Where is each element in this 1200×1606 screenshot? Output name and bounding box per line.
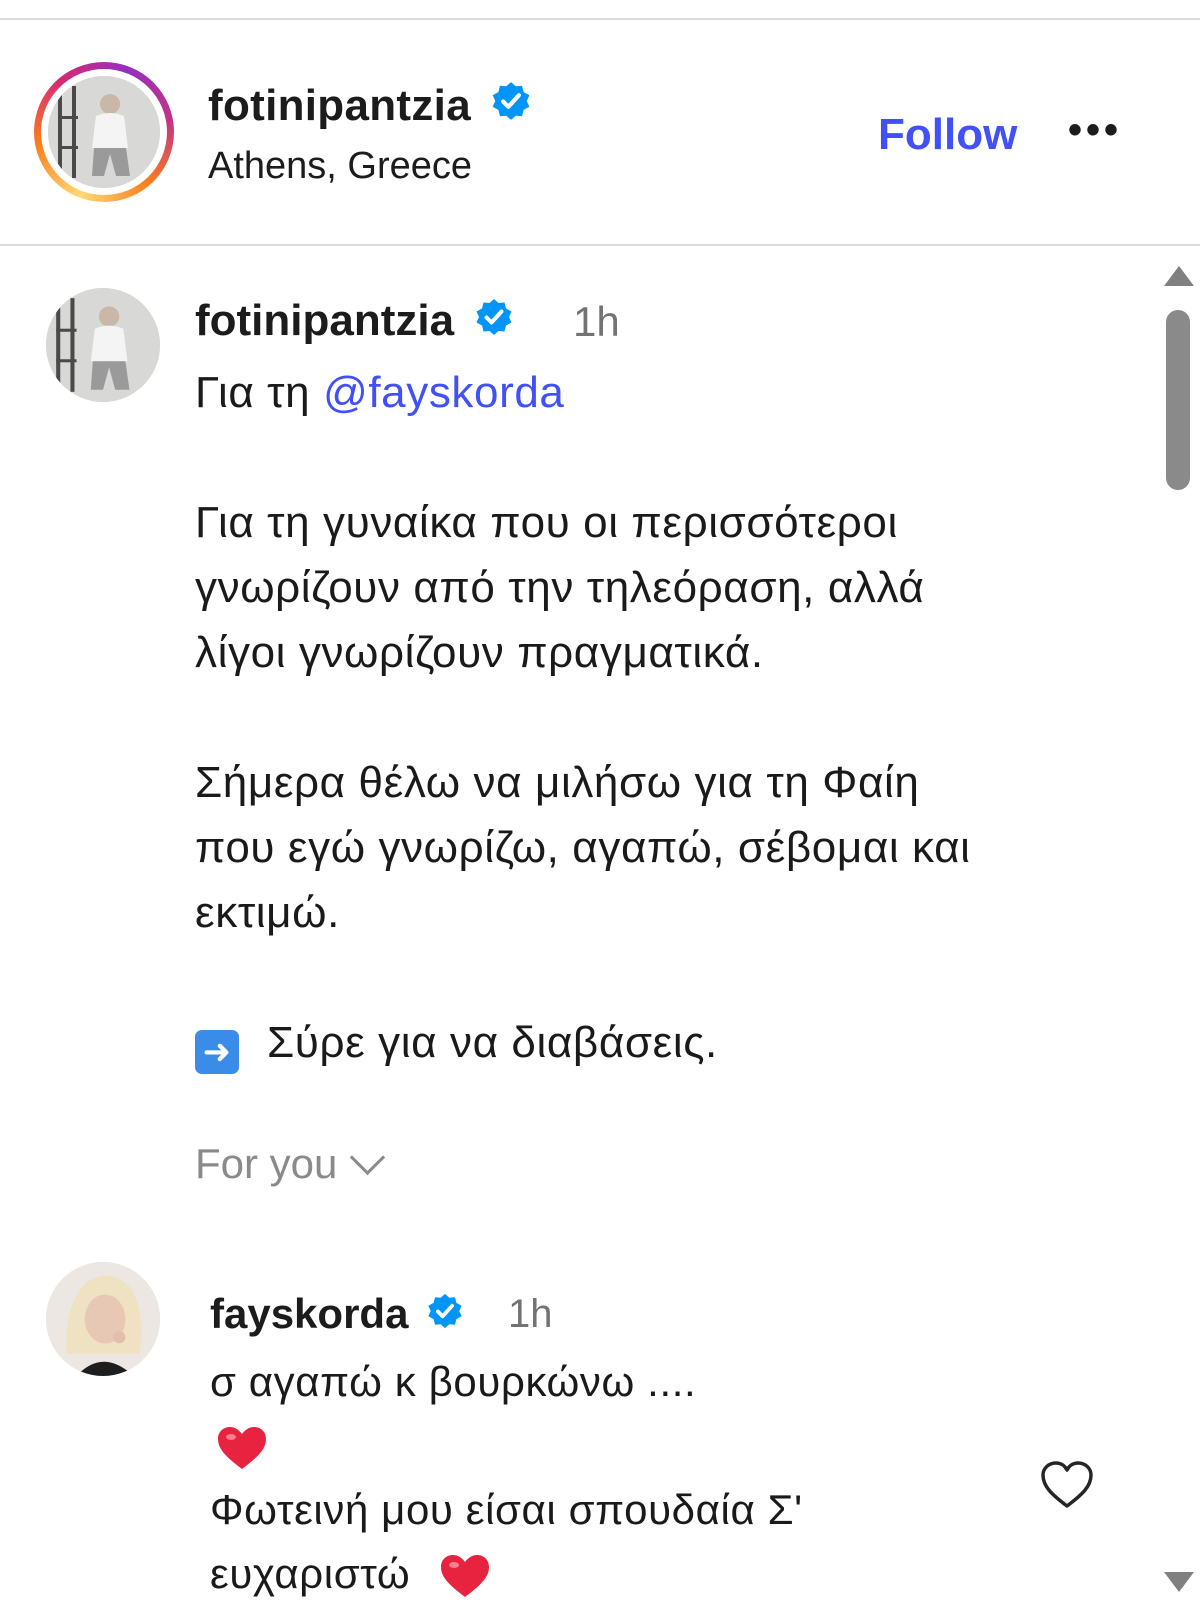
header-username-text[interactable]: fotinipantzia: [208, 81, 471, 130]
follow-button[interactable]: Follow: [878, 110, 1017, 160]
header-divider: [0, 244, 1200, 246]
comment-username-text[interactable]: fayskorda: [210, 1290, 408, 1337]
caption-username[interactable]: fotinipantzia: [195, 296, 514, 346]
red-heart-emoji-icon: [440, 1554, 489, 1597]
feed-filter-label[interactable]: For you: [195, 1140, 337, 1187]
chevron-down-icon[interactable]: [350, 1139, 386, 1176]
caption-line: γνωρίζουν από την τηλεόραση, αλλά: [195, 563, 925, 612]
scroll-up-arrow-icon[interactable]: [1164, 266, 1194, 286]
caption-text: Για τη @fayskorda Για τη γυναίκα που οι …: [195, 360, 1115, 1075]
caption-line: που εγώ γνωρίζω, αγαπώ, σέβομαι και: [195, 823, 971, 872]
comment-heart-line: [210, 1414, 990, 1478]
caption-timestamp: 1h: [573, 298, 620, 345]
avatar: [48, 76, 160, 188]
caption-avatar[interactable]: [46, 288, 160, 402]
swipe-text: Σύρε για να διαβάσεις.: [267, 1018, 718, 1067]
scroll-down-arrow-icon[interactable]: [1164, 1572, 1194, 1592]
comment-timestamp: 1h: [508, 1292, 553, 1336]
caption-line: Για τη @fayskorda: [195, 360, 1115, 425]
story-ring-avatar[interactable]: [34, 62, 174, 202]
scroll-thumb[interactable]: [1166, 310, 1190, 490]
comment-line: ευχαριστώ: [210, 1542, 990, 1606]
comment-line: σ αγαπώ κ βουρκώνω ....: [210, 1358, 697, 1405]
feed-filter-dropdown[interactable]: For you: [195, 1139, 386, 1188]
more-options-icon[interactable]: •••: [1068, 108, 1122, 153]
caption-username-text[interactable]: fotinipantzia: [195, 296, 454, 345]
verified-badge-icon: [476, 299, 512, 335]
swipe-line: ➜ Σύρε για να διαβάσεις.: [195, 1010, 1115, 1075]
right-arrow-emoji-icon: ➜: [195, 1030, 239, 1074]
caption-line: λίγοι γνωρίζουν πραγματικά.: [195, 628, 764, 677]
header-username[interactable]: fotinipantzia: [208, 80, 532, 131]
header-location[interactable]: Athens, Greece: [208, 145, 472, 188]
comment-line4-text: ευχαριστώ: [210, 1550, 411, 1597]
comment-line: Φωτεινή μου είσαι σπουδαία Σ': [210, 1486, 803, 1533]
verified-badge-icon: [428, 1293, 462, 1329]
verified-badge-icon: [492, 82, 529, 120]
mention-link[interactable]: @fayskorda: [323, 368, 564, 417]
like-heart-icon[interactable]: [1040, 1460, 1094, 1510]
comment-avatar[interactable]: [46, 1262, 160, 1376]
comment-text: σ αγαπώ κ βουρκώνω .... Φωτεινή μου είσα…: [210, 1350, 990, 1606]
caption-line: Για τη γυναίκα που οι περισσότεροι: [195, 498, 898, 547]
red-heart-emoji-icon: [218, 1426, 266, 1469]
caption-line: εκτιμώ.: [195, 888, 340, 937]
caption-line: Σήμερα θέλω να μιλήσω για τη Φαίη: [195, 758, 920, 807]
top-divider: [0, 18, 1200, 20]
caption-prefix: Για τη: [195, 368, 324, 417]
comment-username[interactable]: fayskorda: [210, 1290, 464, 1338]
scrollbar[interactable]: [1158, 254, 1200, 1597]
